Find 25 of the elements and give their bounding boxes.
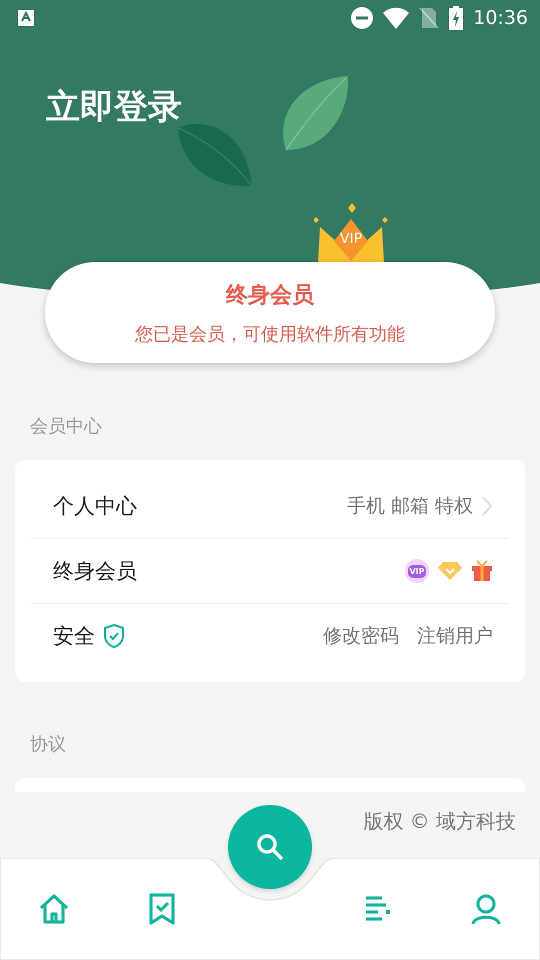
wifi-icon [383,7,410,29]
row-label: 安全 [53,623,95,650]
row-detail: 手机 邮箱 特权 [346,494,473,519]
copyright-text: 版权 © 域方科技 [363,808,516,835]
row-label: 个人中心 [53,493,137,520]
section-label: 协议 [29,733,67,757]
action-link[interactable]: 修改密码 [323,623,399,649]
battery-charging-icon [449,6,464,30]
login-title[interactable]: 立即登录 [46,84,182,130]
section-label: 会员中心 [29,415,103,439]
diamond-icon [437,561,463,581]
chevron-icon [481,495,493,517]
notification-icon [18,10,34,26]
action-link[interactable]: 注销用户 [417,623,493,649]
no-sim-icon [419,7,440,29]
shield-check-icon [103,623,125,649]
membership-title: 终身会员 [226,282,314,310]
search-button[interactable] [228,805,312,889]
status-time: 10:36 [473,7,528,29]
membership-subtitle: 您已是会员，可使用软件所有功能 [135,322,405,346]
gift-icon [471,560,493,582]
do-not-disturb-icon [351,7,374,29]
row-label: 终身会员 [53,558,137,585]
search-icon [255,832,285,862]
vip-badge: VIP [405,559,429,583]
